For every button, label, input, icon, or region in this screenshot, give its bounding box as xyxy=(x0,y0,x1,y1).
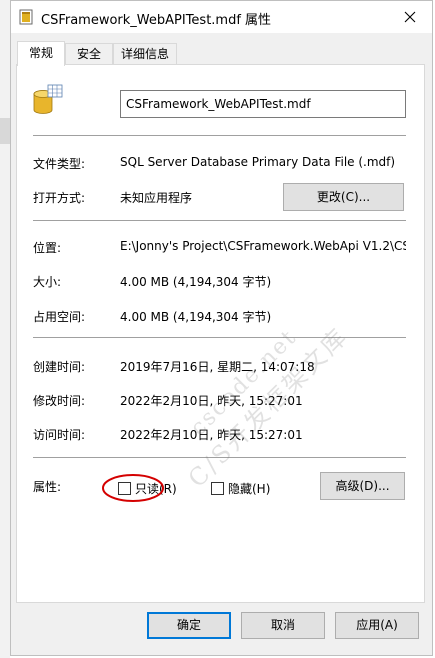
tab-general[interactable]: 常规 xyxy=(17,41,65,66)
checkbox-box[interactable] xyxy=(211,482,224,495)
location-label: 位置: xyxy=(33,241,62,255)
hidden-checkbox[interactable]: 隐藏(H) xyxy=(211,480,270,497)
file-icon xyxy=(19,9,33,25)
advanced-button[interactable]: 高级(D)... xyxy=(320,472,405,500)
close-button[interactable] xyxy=(388,1,432,33)
separator xyxy=(33,337,406,338)
size-on-disk-label: 占用空间: xyxy=(33,310,86,324)
close-icon xyxy=(404,11,416,23)
highlight-circle xyxy=(102,474,164,502)
background-window-strip xyxy=(0,0,10,658)
database-file-icon xyxy=(33,84,63,114)
file-type-value: SQL Server Database Primary Data File (.… xyxy=(120,155,396,169)
tab-details[interactable]: 详细信息 xyxy=(113,43,177,64)
file-name-field[interactable]: CSFramework_WebAPITest.mdf xyxy=(120,90,406,118)
opens-with-value: 未知应用程序 xyxy=(120,191,193,205)
separator xyxy=(33,135,406,136)
change-button[interactable]: 更改(C)... xyxy=(283,183,404,211)
created-value: 2019年7月16日, 星期二, 14:07:18 xyxy=(120,360,315,374)
accessed-value: 2022年2月10日, 昨天, 15:27:01 xyxy=(120,428,303,442)
location-value: E:\Jonny's Project\CSFramework.WebApi V1… xyxy=(120,239,406,253)
opens-with-label: 打开方式: xyxy=(33,191,86,205)
separator xyxy=(33,220,406,221)
modified-label: 修改时间: xyxy=(33,394,86,408)
tab-security[interactable]: 安全 xyxy=(65,43,113,64)
title-bar: CSFramework_WebAPITest.mdf 属性 xyxy=(11,1,432,33)
window-title: CSFramework_WebAPITest.mdf 属性 xyxy=(41,13,272,28)
apply-button[interactable]: 应用(A) xyxy=(335,612,419,639)
attributes-label: 属性: xyxy=(33,480,62,494)
size-on-disk-value: 4.00 MB (4,194,304 字节) xyxy=(120,310,272,324)
size-value: 4.00 MB (4,194,304 字节) xyxy=(120,275,272,289)
background-selection-bar xyxy=(0,118,10,144)
hidden-label: 隐藏(H) xyxy=(228,482,271,496)
properties-dialog: CSFramework_WebAPITest.mdf 属性 常规 安全 详细信息… xyxy=(10,0,433,656)
modified-value: 2022年2月10日, 昨天, 15:27:01 xyxy=(120,394,303,408)
general-panel: CSFramework_WebAPITest.mdf 文件类型: SQL Ser… xyxy=(16,64,425,603)
size-label: 大小: xyxy=(33,275,62,289)
cancel-button[interactable]: 取消 xyxy=(241,612,325,639)
created-label: 创建时间: xyxy=(33,360,86,374)
ok-button[interactable]: 确定 xyxy=(147,612,231,639)
accessed-label: 访问时间: xyxy=(33,428,86,442)
separator xyxy=(33,457,406,458)
file-type-label: 文件类型: xyxy=(33,157,86,171)
